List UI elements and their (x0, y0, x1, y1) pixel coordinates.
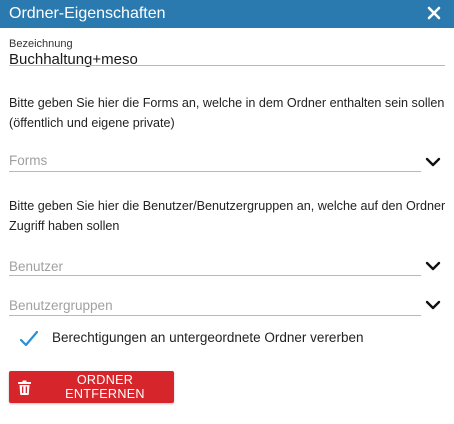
folder-properties-dialog: Ordner-Eigenschaften Bezeichnung Buchhal… (0, 0, 454, 424)
remove-folder-button-label: ORDNER ENTFERNEN (65, 373, 145, 401)
users-description: Bitte geben Sie hier die Benutzer/Benutz… (9, 199, 446, 233)
remove-folder-button[interactable]: ORDNER ENTFERNEN (9, 371, 174, 403)
trash-icon (18, 380, 31, 395)
users-select-underline (9, 275, 421, 276)
dialog-title: Ordner-Eigenschaften (9, 5, 166, 22)
dialog-titlebar: Ordner-Eigenschaften (0, 0, 454, 28)
chevron-down-icon[interactable] (425, 300, 441, 310)
users-select[interactable]: Benutzer (9, 259, 63, 274)
chevron-down-icon[interactable] (425, 157, 441, 167)
check-icon[interactable] (19, 330, 39, 348)
forms-select-underline (9, 171, 421, 172)
groups-select-underline (9, 315, 421, 316)
close-icon[interactable] (426, 5, 442, 21)
name-field-label: Bezeichnung (9, 38, 73, 50)
name-field-underline (9, 65, 445, 66)
inherit-permissions-label[interactable]: Berechtigungen an untergeordnete Ordner … (52, 330, 363, 345)
forms-description: Bitte geben Sie hier die Forms an, welch… (9, 96, 445, 130)
forms-select[interactable]: Forms (9, 153, 47, 168)
groups-select[interactable]: Benutzergruppen (9, 298, 113, 313)
chevron-down-icon[interactable] (425, 261, 441, 271)
